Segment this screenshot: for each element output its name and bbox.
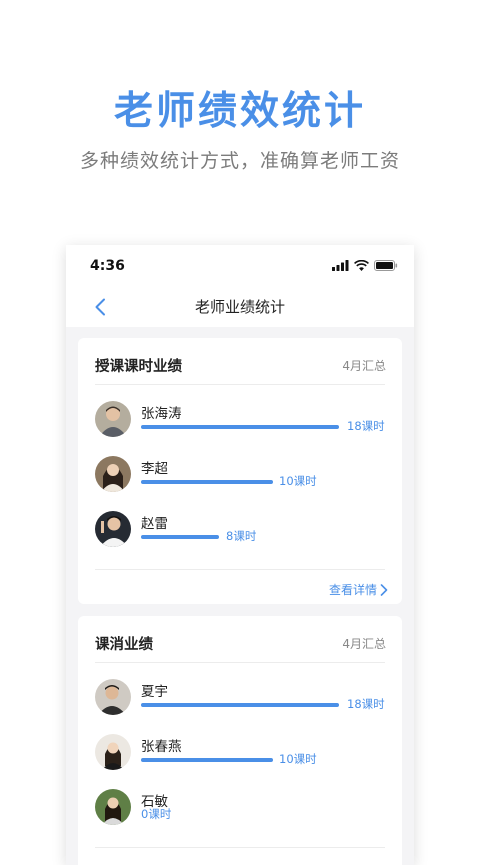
hours-label: 0课时 xyxy=(141,807,172,821)
divider xyxy=(95,662,385,663)
status-icons xyxy=(332,260,398,271)
teacher-row[interactable]: 赵雷 8课时 xyxy=(95,511,395,551)
hours-bar xyxy=(141,425,339,429)
hours-label: 18课时 xyxy=(347,419,385,433)
card-period: 4月汇总 xyxy=(342,359,386,373)
phone-screen: 4:36 老师业绩统计 授课课时业绩 4月汇总 张海涛 18课时 李超 10课时… xyxy=(66,245,414,865)
teacher-name: 赵雷 xyxy=(141,516,168,532)
hero-subtitle: 多种绩效统计方式，准确算老师工资 xyxy=(79,150,400,172)
card-period: 4月汇总 xyxy=(342,637,386,651)
hours-label: 18课时 xyxy=(347,697,385,711)
teaching-performance-card: 授课课时业绩 4月汇总 张海涛 18课时 李超 10课时 赵雷 8课时 查看详情 xyxy=(78,338,402,604)
hours-bar xyxy=(141,703,339,707)
teacher-name: 夏宇 xyxy=(141,684,168,700)
hours-bar xyxy=(141,480,273,484)
divider xyxy=(95,847,385,848)
avatar xyxy=(95,789,131,825)
hours-bar xyxy=(141,758,273,762)
nav-bar: 老师业绩统计 xyxy=(66,289,414,327)
card-title: 课消业绩 xyxy=(95,637,153,653)
avatar xyxy=(95,511,131,547)
status-bar: 4:36 xyxy=(66,245,414,289)
hours-bar xyxy=(141,535,219,539)
hours-label: 10课时 xyxy=(279,752,317,766)
teacher-row[interactable]: 张春燕 10课时 xyxy=(95,734,395,774)
avatar xyxy=(95,734,131,770)
teacher-row[interactable]: 张海涛 18课时 xyxy=(95,401,395,441)
battery-icon xyxy=(374,260,398,271)
teacher-name: 张春燕 xyxy=(141,739,182,755)
view-details-link[interactable]: 查看详情 xyxy=(329,581,388,598)
teacher-name: 李超 xyxy=(141,461,168,477)
teacher-row[interactable]: 夏宇 18课时 xyxy=(95,679,395,719)
avatar xyxy=(95,679,131,715)
status-time: 4:36 xyxy=(90,258,125,274)
avatar xyxy=(95,456,131,492)
hours-label: 10课时 xyxy=(279,474,317,488)
nav-title: 老师业绩统计 xyxy=(194,298,285,316)
teacher-name: 张海涛 xyxy=(141,406,182,422)
hours-label: 8课时 xyxy=(226,529,257,543)
hero-title: 老师绩效统计 xyxy=(113,89,366,134)
teacher-row[interactable]: 石敏 0课时 xyxy=(95,789,395,829)
chevron-right-icon xyxy=(380,583,388,596)
avatar xyxy=(95,401,131,437)
signal-icon xyxy=(332,260,349,271)
view-details-label: 查看详情 xyxy=(328,583,377,597)
divider xyxy=(95,569,385,570)
wifi-icon xyxy=(354,260,369,271)
teacher-row[interactable]: 李超 10课时 xyxy=(95,456,395,496)
card-title: 授课课时业绩 xyxy=(95,359,182,375)
divider xyxy=(95,384,385,385)
class-consumption-card: 课消业绩 4月汇总 夏宇 18课时 张春燕 10课时 石敏 0课时 xyxy=(78,616,402,865)
